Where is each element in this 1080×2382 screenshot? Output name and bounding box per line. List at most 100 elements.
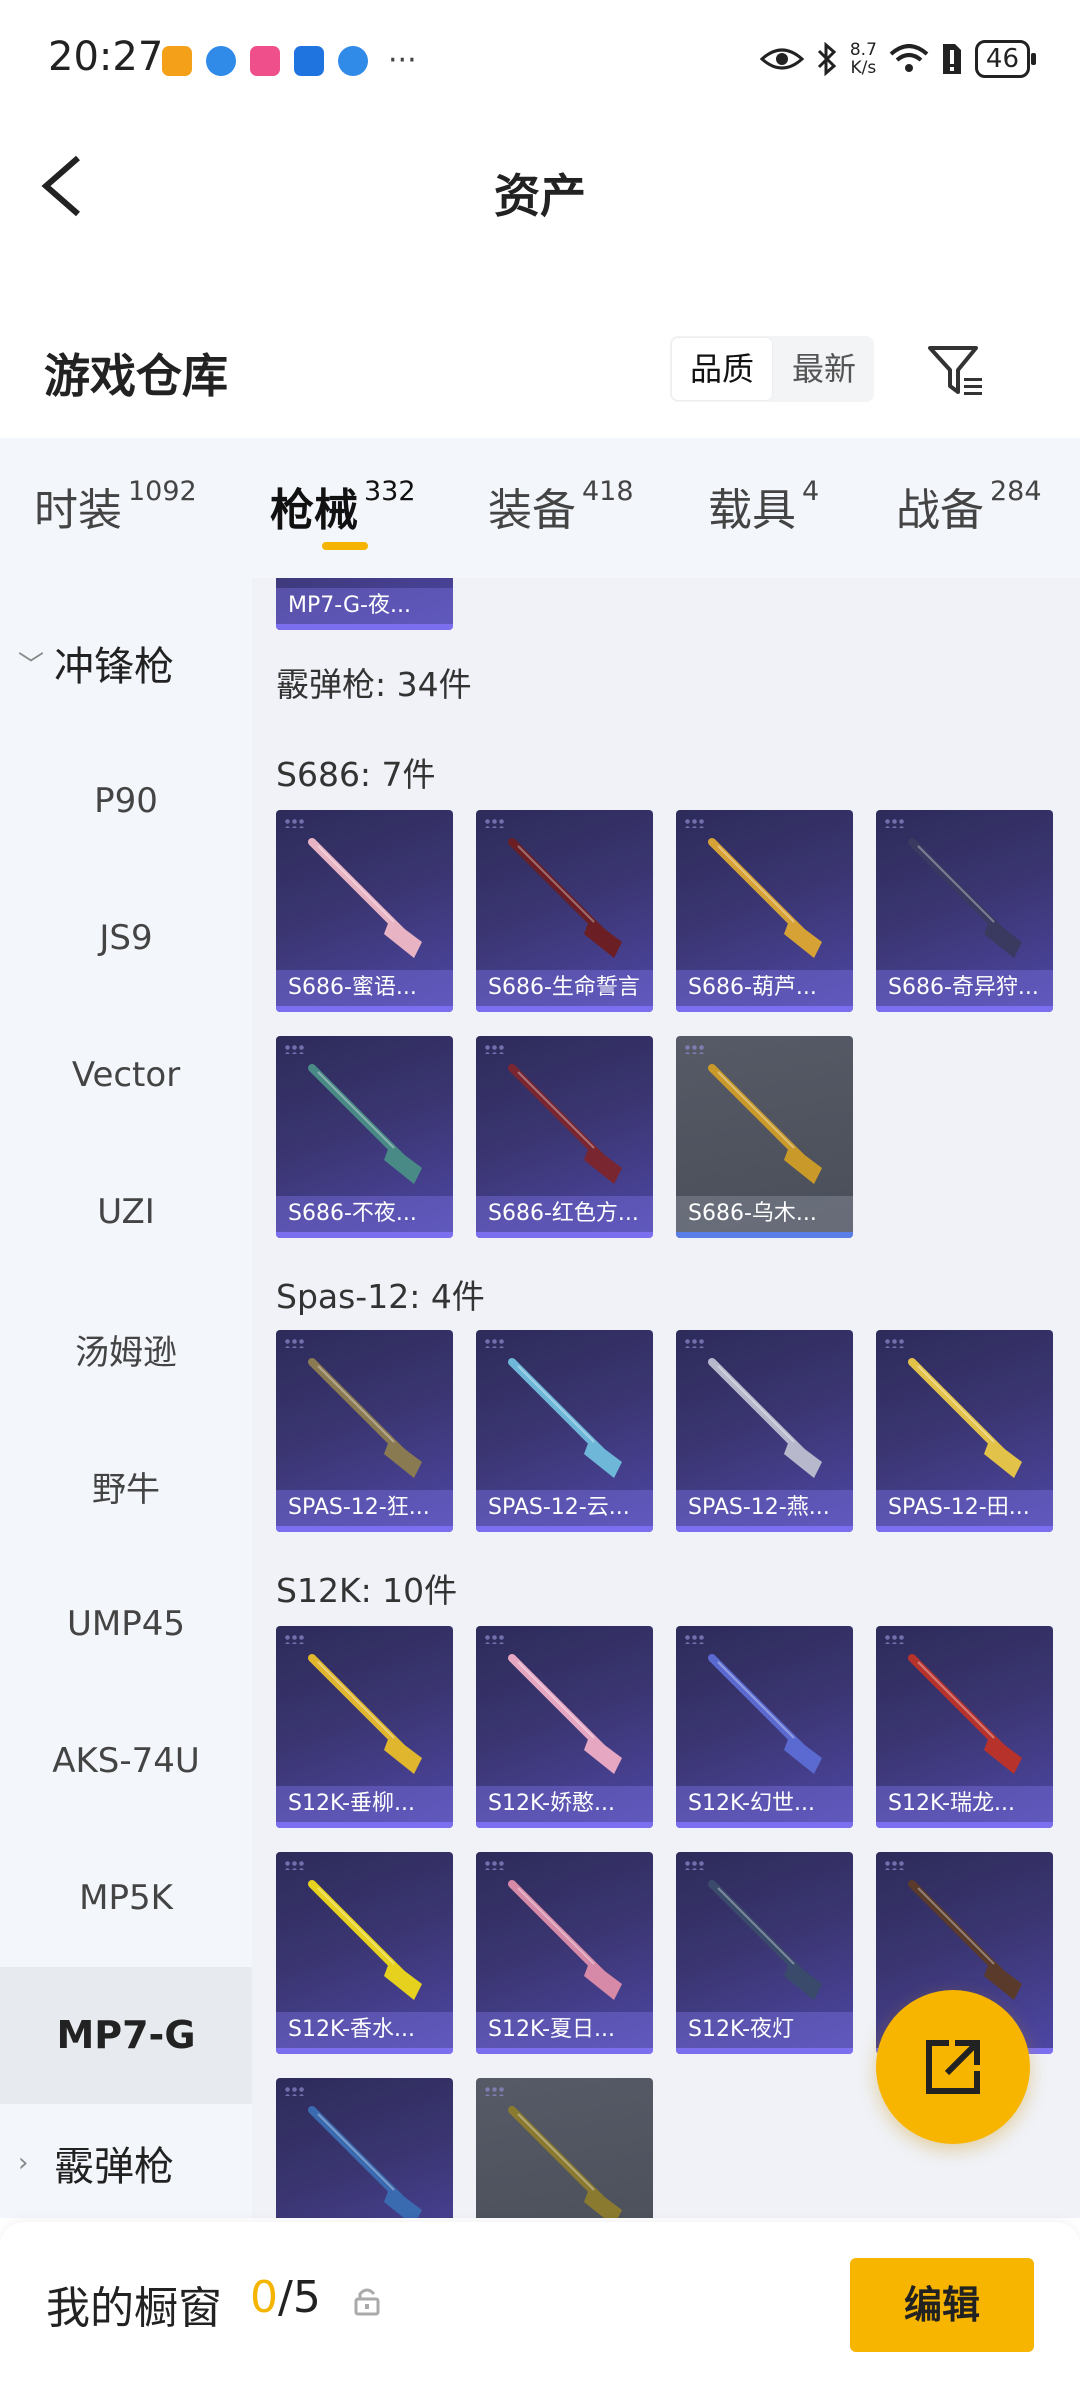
item-name: MP7-G-夜... (276, 588, 453, 624)
sidebar-item-p90[interactable]: P90 (0, 732, 252, 869)
card-pattern (284, 2086, 306, 2096)
item-card-edge (476, 1006, 653, 1012)
gun-skin-image (308, 1654, 422, 1774)
network-speed: 8.7 K/s (850, 41, 877, 77)
item-name: S686-奇异狩... (876, 970, 1053, 1006)
gun-skin-image (708, 1358, 822, 1478)
item-card[interactable]: S12K-垂柳... (276, 1626, 453, 1828)
chevron-down-icon: ﹀ (18, 650, 45, 681)
item-card[interactable]: S12K-幻世... (676, 1626, 853, 1828)
item-card[interactable]: S12K-瑞龙... (876, 1626, 1053, 1828)
item-card-edge (476, 1822, 653, 1828)
showcase-count: 0/5 (250, 2272, 321, 2323)
weapon-type-sidebar: ﹀ 冲锋枪 P90 JS9 Vector UZI 汤姆逊 野牛 UMP45 AKS-74U MP… (0, 578, 252, 2218)
item-card[interactable]: SPAS-12-云... (476, 1330, 653, 1532)
item-card-edge (676, 1232, 853, 1238)
title-bar: 资产 (0, 120, 1080, 260)
warehouse-header: 游戏仓库 品质 最新 (0, 318, 1080, 438)
sidebar-item-aks74u[interactable]: AKS-74U (0, 1692, 252, 1829)
card-pattern (684, 1044, 706, 1054)
browser-notification-icon (338, 46, 368, 76)
item-name: S12K-娇憨... (476, 1786, 653, 1822)
item-card[interactable]: S12K-夏日... (476, 1852, 653, 2054)
item-name: S686-不夜... (276, 1196, 453, 1232)
item-card[interactable]: S686-蜜语... (276, 810, 453, 1012)
item-card[interactable] (276, 2078, 453, 2218)
card-pattern (484, 1634, 506, 1644)
item-card-edge (276, 1822, 453, 1828)
wifi-icon (889, 44, 929, 72)
gun-skin-image (508, 1880, 622, 2000)
tab-count: 4 (802, 476, 820, 507)
sidebar-item-thompson[interactable]: 汤姆逊 (0, 1281, 252, 1418)
gun-skin-image (508, 1064, 622, 1184)
group-label: Spas-12: 4件 (276, 1277, 485, 1316)
sidebar-group-shotgun[interactable]: › 霰弹枪 (0, 2094, 252, 2218)
card-pattern (284, 1338, 306, 1348)
section-title: 游戏仓库 (44, 349, 228, 403)
item-name: SPAS-12-田... (876, 1490, 1053, 1526)
showcase-current: 0 (250, 2272, 278, 2323)
item-name: S686-乌木... (676, 1196, 853, 1232)
item-card-edge (876, 1526, 1053, 1532)
item-name: S686-葫芦... (676, 970, 853, 1006)
tab-vehicles[interactable]: 载具 4 (708, 474, 819, 538)
sort-quality-button[interactable]: 品质 (672, 338, 772, 400)
item-card[interactable]: S12K-香水... (276, 1852, 453, 2054)
gun-skin-image (708, 1654, 822, 1774)
bluetooth-notification-icon (294, 46, 324, 76)
tab-firearms[interactable]: 枪械 332 (270, 474, 416, 538)
share-button[interactable] (876, 1990, 1030, 2144)
item-card[interactable]: S686-不夜... (276, 1036, 453, 1238)
battery-indicator: 46 (974, 40, 1037, 78)
tab-fashion[interactable]: 时装 1092 (34, 474, 197, 538)
card-pattern (484, 1338, 506, 1348)
item-card[interactable] (476, 2078, 653, 2218)
eye-icon (759, 48, 804, 70)
item-card-edge (676, 1526, 853, 1532)
card-pattern (884, 818, 906, 828)
item-card[interactable]: MP7-G-夜... (276, 578, 453, 630)
item-card[interactable]: SPAS-12-狂... (276, 1330, 453, 1532)
tab-equipment[interactable]: 装备 418 (488, 474, 634, 538)
sort-newest-button[interactable]: 最新 (774, 336, 874, 402)
sidebar-item-mp7g[interactable]: MP7-G (0, 1966, 252, 2104)
sidebar-item-js9[interactable]: JS9 (0, 869, 252, 1006)
tab-supplies[interactable]: 战备 284 (896, 474, 1042, 538)
sidebar-group-smg[interactable]: ﹀ 冲锋枪 (0, 594, 252, 732)
edit-button[interactable]: 编辑 (850, 2258, 1034, 2352)
sidebar-item-vector[interactable]: Vector (0, 1006, 252, 1143)
sidebar-item-mp5k[interactable]: MP5K (0, 1830, 252, 1967)
sim-alert-icon (942, 44, 961, 74)
item-name: S12K-瑞龙... (876, 1786, 1053, 1822)
item-card[interactable]: S686-红色方... (476, 1036, 653, 1238)
item-name: S686-红色方... (476, 1196, 653, 1232)
sidebar-item-uzi[interactable]: UZI (0, 1144, 252, 1281)
card-pattern (484, 818, 506, 828)
item-card[interactable]: S12K-娇憨... (476, 1626, 653, 1828)
app-notification-icon (162, 46, 192, 76)
item-card[interactable]: S686-葫芦... (676, 810, 853, 1012)
bluetooth-icon (817, 42, 837, 76)
tab-count: 418 (582, 476, 634, 507)
item-card[interactable]: S686-乌木... (676, 1036, 853, 1238)
card-pattern (884, 1338, 906, 1348)
showcase-total: /5 (278, 2272, 321, 2323)
item-card-edge (276, 1526, 453, 1532)
item-card[interactable]: SPAS-12-田... (876, 1330, 1053, 1532)
item-card-edge (476, 1526, 653, 1532)
item-card[interactable]: SPAS-12-燕... (676, 1330, 853, 1532)
item-card[interactable]: S12K-夜灯 (676, 1852, 853, 2054)
tab-label: 枪械 (270, 485, 358, 536)
item-card[interactable]: S686-生命誓言 (476, 810, 653, 1012)
sidebar-item-ump45[interactable]: UMP45 (0, 1555, 252, 1692)
item-name: S12K-香水... (276, 2012, 453, 2048)
filter-icon[interactable] (924, 338, 988, 402)
item-card[interactable]: S686-奇异狩... (876, 810, 1053, 1012)
share-out-icon (926, 2040, 980, 2094)
sidebar-item-bizon[interactable]: 野牛 (0, 1418, 252, 1555)
lock-icon (354, 2288, 380, 2316)
tab-count: 1092 (128, 476, 197, 507)
tab-count: 284 (990, 476, 1042, 507)
page-title: 资产 (494, 169, 586, 223)
